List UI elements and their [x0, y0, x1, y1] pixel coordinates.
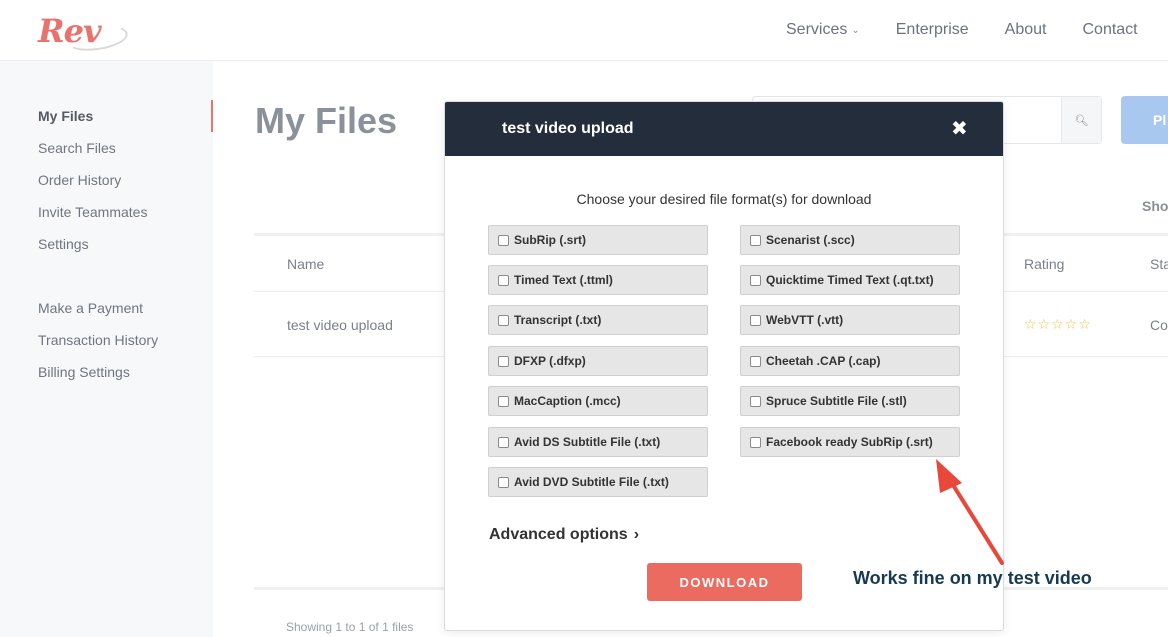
format-option-dfxp[interactable]: DFXP (.dfxp)	[488, 346, 708, 376]
format-option-transcript[interactable]: Transcript (.txt)	[488, 305, 708, 335]
format-label: DFXP (.dfxp)	[514, 354, 586, 368]
format-option-qt-txt[interactable]: Quicktime Timed Text (.qt.txt)	[740, 265, 960, 295]
sidebar-item-transaction-history[interactable]: Transaction History	[38, 332, 158, 348]
modal-title: test video upload	[502, 120, 634, 137]
top-navbar: Rev Services ⌄ Enterprise About Contact	[0, 0, 1168, 61]
format-checkbox[interactable]	[498, 234, 509, 246]
sidebar-item-settings[interactable]: Settings	[38, 236, 89, 252]
sidebar-active-indicator	[211, 100, 213, 132]
sidebar: My Files Search Files Order History Invi…	[0, 61, 213, 637]
format-checkbox[interactable]	[750, 234, 761, 246]
column-header-status[interactable]: Sta	[1150, 256, 1168, 272]
place-order-button[interactable]: Pl	[1121, 96, 1168, 144]
column-header-rating[interactable]: Rating	[1024, 256, 1064, 272]
annotation-arrow-icon	[936, 459, 1004, 565]
format-label: Avid DVD Subtitle File (.txt)	[514, 475, 669, 489]
annotation-text: Works fine on my test video	[853, 568, 1092, 588]
format-option-avid-dvd[interactable]: Avid DVD Subtitle File (.txt)	[488, 467, 708, 497]
column-header-name[interactable]: Name	[287, 256, 324, 272]
nav-contact[interactable]: Contact	[1082, 21, 1137, 39]
logo-text: Rev	[38, 12, 102, 50]
format-option-vtt[interactable]: WebVTT (.vtt)	[740, 305, 960, 335]
sidebar-item-my-files[interactable]: My Files	[38, 108, 93, 124]
format-option-srt[interactable]: SubRip (.srt)	[488, 225, 708, 255]
format-checkbox[interactable]	[750, 274, 761, 286]
chevron-right-icon: ›	[633, 526, 640, 543]
search-icon: 🔍︎	[1074, 114, 1089, 127]
format-checkbox[interactable]	[498, 436, 509, 448]
table-row-name[interactable]: test video upload	[287, 317, 393, 333]
format-option-mcc[interactable]: MacCaption (.mcc)	[488, 386, 708, 416]
main-nav: Services ⌄ Enterprise About Contact	[786, 21, 1168, 39]
download-modal: test video upload ✖ Choose your desired …	[444, 101, 1004, 631]
nav-enterprise[interactable]: Enterprise	[896, 21, 969, 39]
format-label: Timed Text (.ttml)	[514, 273, 613, 287]
sidebar-item-order-history[interactable]: Order History	[38, 172, 121, 188]
format-label: Scenarist (.scc)	[766, 233, 855, 247]
format-label: Spruce Subtitle File (.stl)	[766, 394, 907, 408]
chevron-down-icon: ⌄	[851, 24, 860, 36]
sidebar-item-billing-settings[interactable]: Billing Settings	[38, 364, 130, 380]
pagination-info: Showing 1 to 1 of 1 files	[286, 620, 414, 634]
table-row-status: Co	[1150, 317, 1168, 333]
nav-about[interactable]: About	[1005, 21, 1047, 39]
sidebar-item-search-files[interactable]: Search Files	[38, 140, 116, 156]
format-checkbox[interactable]	[498, 476, 509, 488]
format-option-avid-ds[interactable]: Avid DS Subtitle File (.txt)	[488, 427, 708, 457]
format-checkbox[interactable]	[498, 395, 509, 407]
rating-stars-icon[interactable]: ☆☆☆☆☆	[1024, 316, 1092, 333]
nav-services[interactable]: Services ⌄	[786, 21, 860, 39]
page-title: My Files	[255, 100, 398, 141]
close-icon[interactable]: ✖	[951, 116, 968, 141]
format-checkbox[interactable]	[498, 314, 509, 326]
nav-services-label: Services	[786, 21, 848, 38]
format-checkbox[interactable]	[498, 274, 509, 286]
modal-header: test video upload ✖	[445, 102, 1003, 156]
annotation-arrow-head	[936, 459, 962, 493]
modal-instructions: Choose your desired file format(s) for d…	[576, 191, 872, 207]
annotation-arrow-shaft	[946, 475, 1004, 565]
format-checkbox[interactable]	[750, 395, 761, 407]
format-label: Cheetah .CAP (.cap)	[766, 354, 881, 368]
format-label: MacCaption (.mcc)	[514, 394, 621, 408]
search-button[interactable]: 🔍︎	[1061, 97, 1101, 143]
format-label: Avid DS Subtitle File (.txt)	[514, 435, 661, 449]
format-label: Quicktime Timed Text (.qt.txt)	[766, 273, 934, 287]
format-option-cap[interactable]: Cheetah .CAP (.cap)	[740, 346, 960, 376]
format-label: Facebook ready SubRip (.srt)	[766, 435, 933, 449]
rev-logo[interactable]: Rev	[36, 12, 131, 55]
format-checkbox[interactable]	[750, 355, 761, 367]
advanced-options-label: Advanced options	[489, 526, 628, 543]
show-label: Sho	[1142, 198, 1168, 214]
format-label: WebVTT (.vtt)	[766, 313, 844, 327]
sidebar-item-make-payment[interactable]: Make a Payment	[38, 300, 143, 316]
format-option-ttml[interactable]: Timed Text (.ttml)	[488, 265, 708, 295]
format-option-scc[interactable]: Scenarist (.scc)	[740, 225, 960, 255]
format-option-facebook-srt[interactable]: Facebook ready SubRip (.srt)	[740, 427, 960, 457]
format-label: SubRip (.srt)	[514, 233, 586, 247]
format-checkbox[interactable]	[750, 314, 761, 326]
format-checkbox[interactable]	[498, 355, 509, 367]
format-option-stl[interactable]: Spruce Subtitle File (.stl)	[740, 386, 960, 416]
download-button[interactable]: DOWNLOAD	[647, 563, 802, 601]
format-label: Transcript (.txt)	[514, 313, 602, 327]
sidebar-item-invite-teammates[interactable]: Invite Teammates	[38, 204, 147, 220]
format-checkbox[interactable]	[750, 436, 761, 448]
advanced-options-toggle[interactable]: Advanced options ›	[489, 526, 639, 544]
